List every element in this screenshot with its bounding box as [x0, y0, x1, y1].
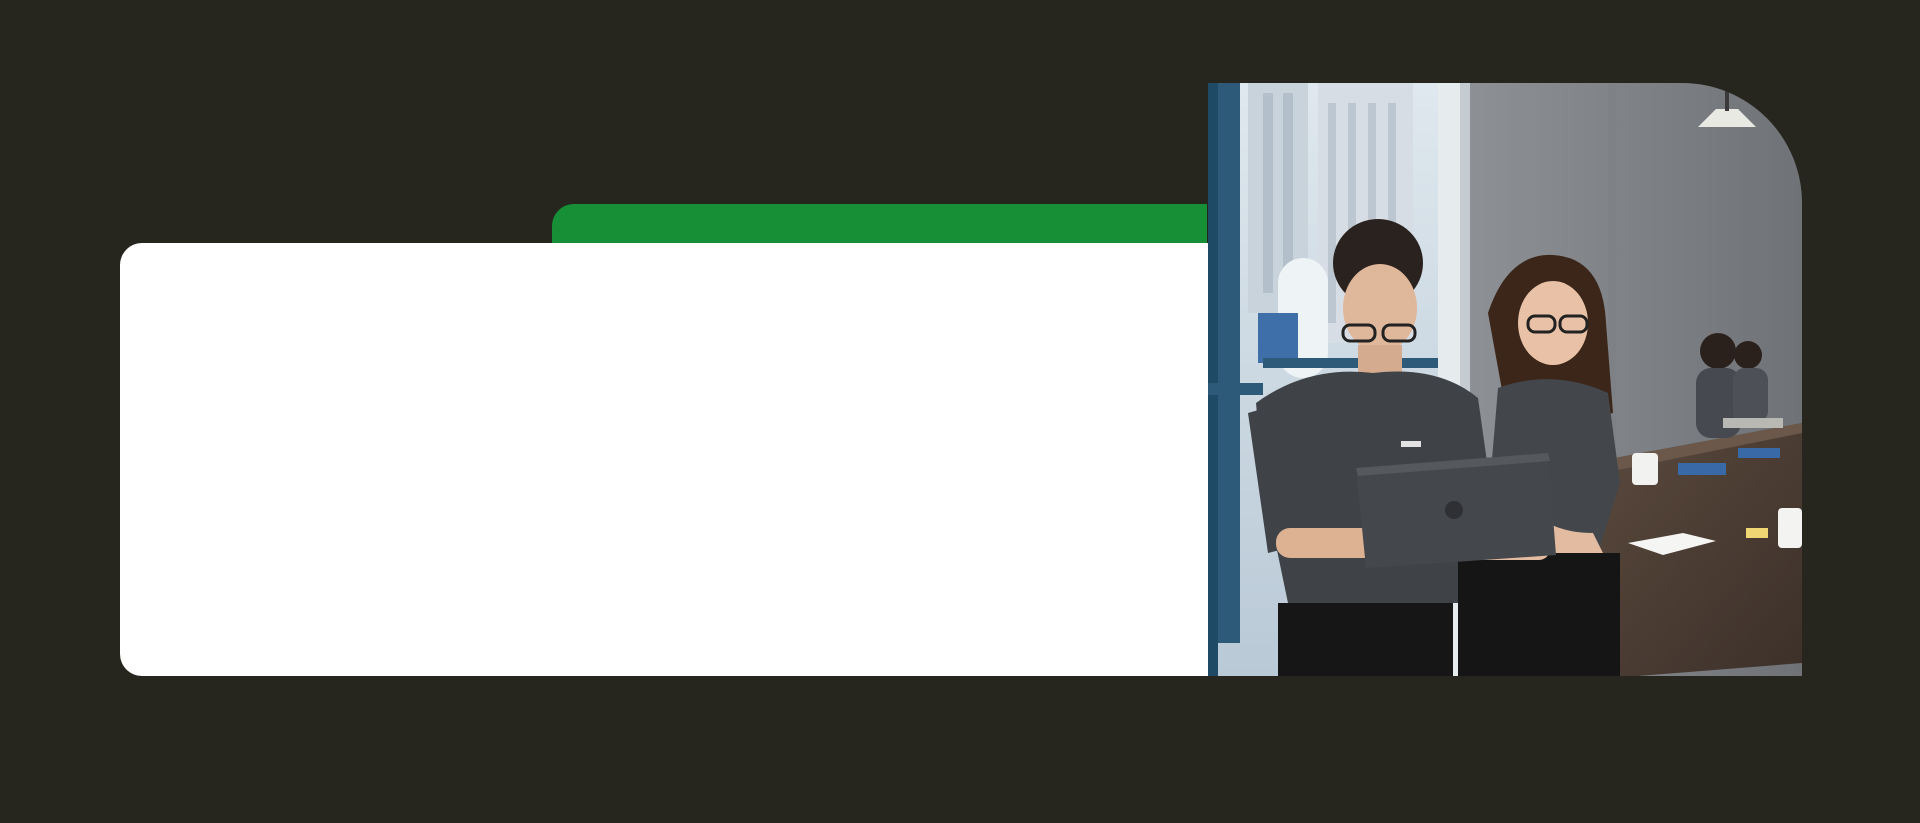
content-card	[120, 243, 1208, 676]
green-accent-tab	[552, 204, 1207, 248]
hero-banner	[0, 0, 1920, 823]
team-photo	[1208, 83, 1802, 676]
